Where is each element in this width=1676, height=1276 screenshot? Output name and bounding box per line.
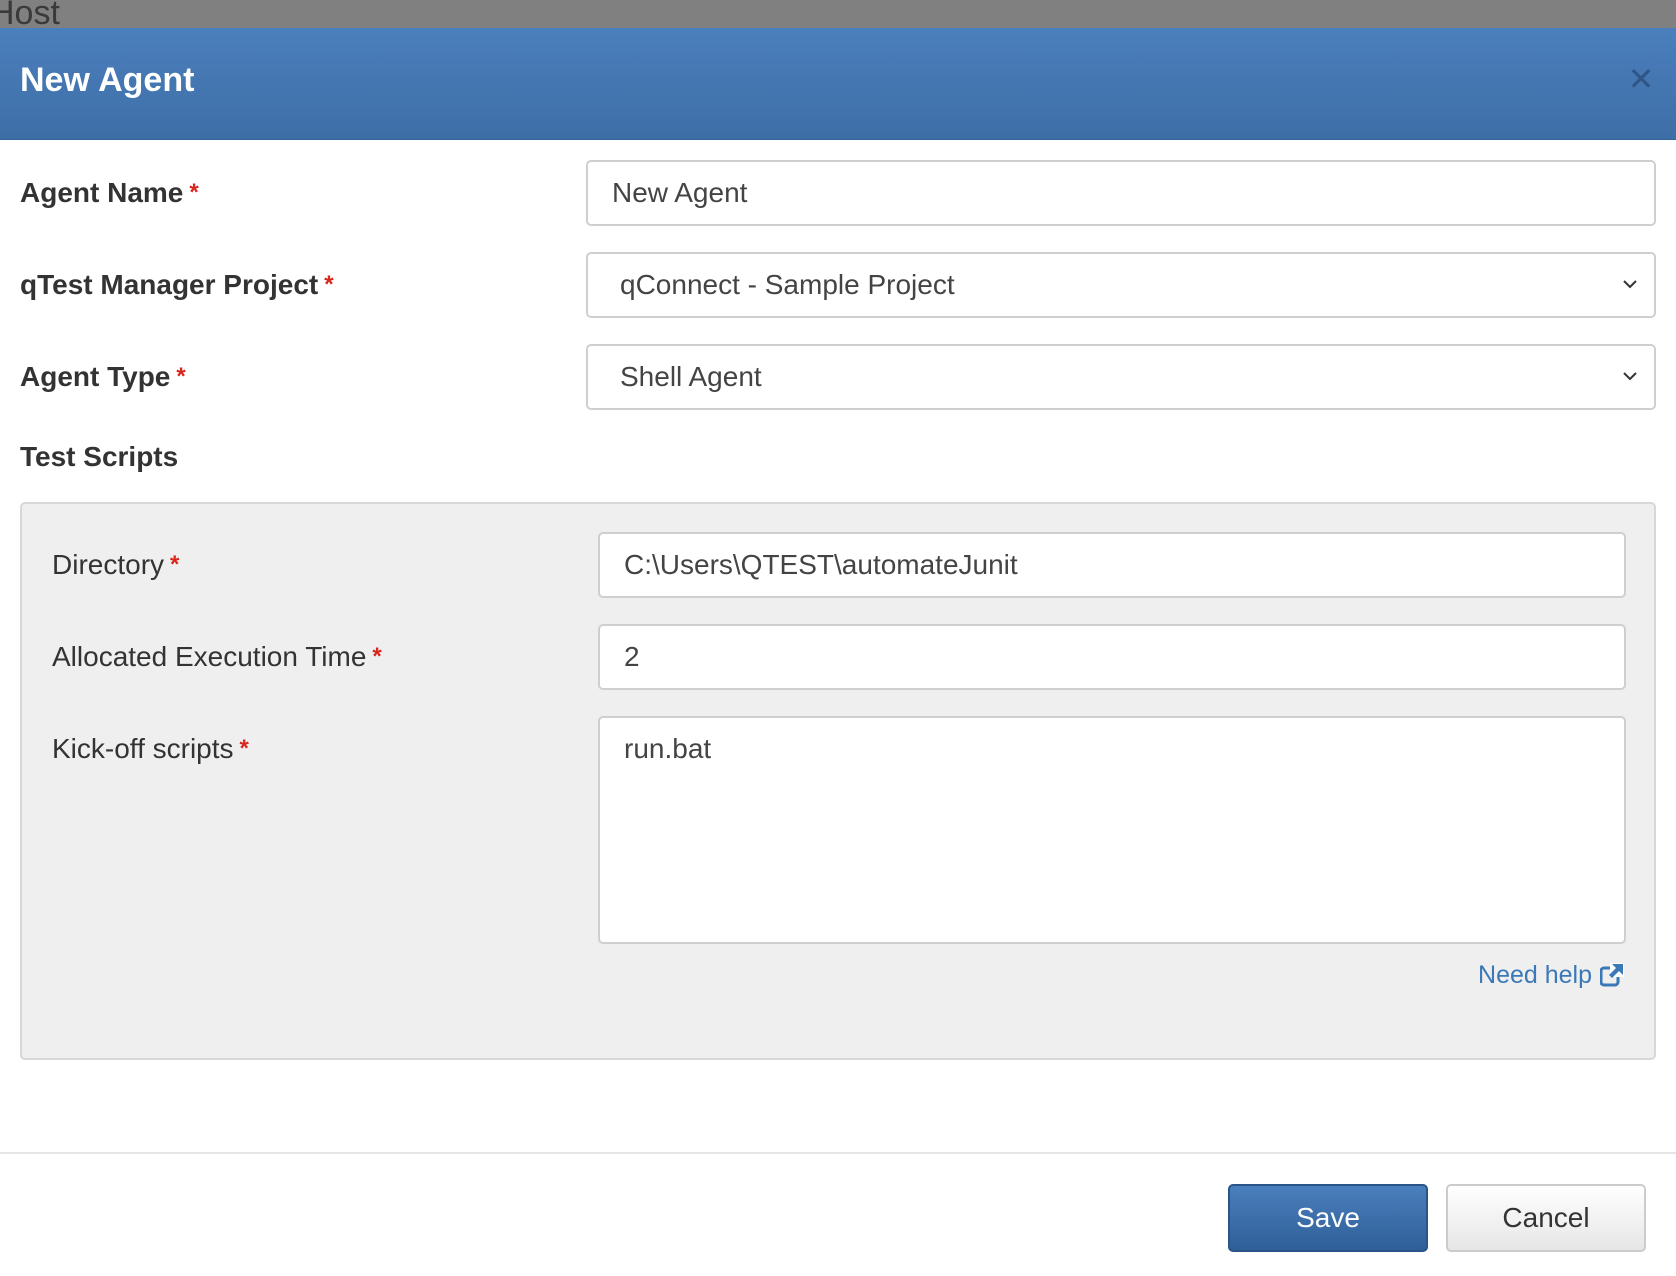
agent-type-label: Agent Type * — [20, 361, 186, 392]
project-select-value: qConnect - Sample Project — [620, 269, 955, 300]
required-marker: * — [170, 551, 180, 578]
required-marker: * — [189, 179, 199, 206]
test-scripts-heading: Test Scripts — [20, 441, 179, 472]
dialog-header: New Agent ✕ — [0, 28, 1676, 140]
kickoff-scripts-label: Kick-off scripts * — [52, 733, 249, 764]
project-label: qTest Manager Project * — [20, 269, 334, 300]
close-icon[interactable]: ✕ — [1626, 63, 1656, 95]
directory-label: Directory * — [52, 549, 180, 580]
required-marker: * — [239, 735, 249, 762]
required-marker: * — [324, 271, 334, 298]
agent-name-label: Agent Name * — [20, 177, 199, 208]
required-marker: * — [176, 363, 186, 390]
test-scripts-panel: Directory * C:\Users\QTEST\automateJunit … — [20, 502, 1656, 1060]
agent-type-select[interactable]: Shell Agent — [586, 344, 1656, 410]
kickoff-scripts-textarea[interactable]: run.bat — [598, 716, 1626, 944]
external-link-icon — [1600, 963, 1624, 987]
dialog-title: New Agent — [20, 61, 195, 99]
background-page-text: Host — [0, 0, 60, 28]
project-select[interactable]: qConnect - Sample Project — [586, 252, 1656, 318]
save-button[interactable]: Save — [1228, 1184, 1428, 1252]
required-marker: * — [372, 643, 382, 670]
background-page: Host — [0, 0, 1676, 28]
execution-time-label: Allocated Execution Time * — [52, 641, 382, 672]
chevron-down-icon — [1623, 280, 1637, 289]
cancel-button[interactable]: Cancel — [1446, 1184, 1646, 1252]
footer-divider — [0, 1152, 1676, 1154]
execution-time-input[interactable]: 2 — [598, 624, 1626, 690]
chevron-down-icon — [1623, 372, 1637, 381]
directory-input[interactable]: C:\Users\QTEST\automateJunit — [598, 532, 1626, 598]
need-help-label: Need help — [1478, 961, 1592, 989]
agent-name-input[interactable]: New Agent — [586, 160, 1656, 226]
agent-type-select-value: Shell Agent — [620, 361, 762, 392]
new-agent-dialog: New Agent ✕ Agent Name * New Agent qTest … — [0, 28, 1676, 1276]
need-help-link[interactable]: Need help — [1478, 960, 1624, 990]
